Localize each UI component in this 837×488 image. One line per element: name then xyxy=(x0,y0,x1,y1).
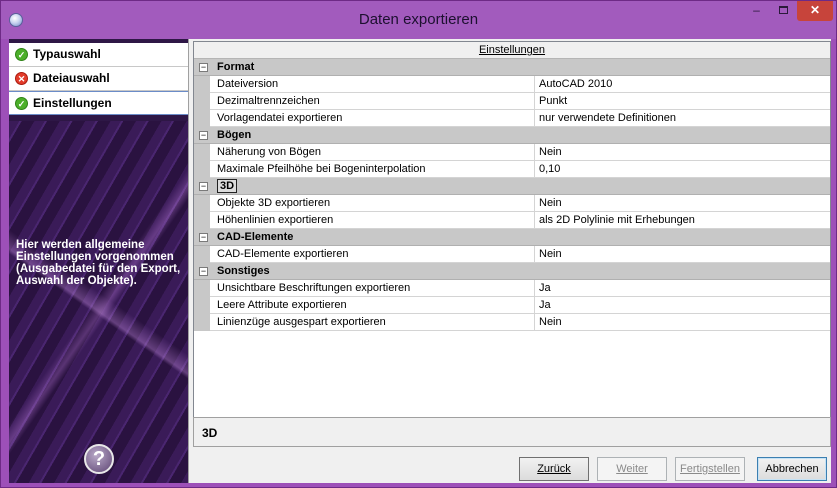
error-icon: ✕ xyxy=(15,72,28,85)
property-name: Näherung von Bögen xyxy=(217,146,321,158)
property-value[interactable]: als 2D Polylinie mit Erhebungen xyxy=(539,212,829,228)
property-value[interactable]: Nein xyxy=(539,246,829,262)
property-row[interactable]: Höhenlinien exportieren als 2D Polylinie … xyxy=(194,212,830,229)
category-label: Format xyxy=(217,61,255,73)
category-label: Bögen xyxy=(217,129,252,141)
minimize-button[interactable]: – xyxy=(743,1,770,21)
category-cad-elemente[interactable]: − CAD-Elemente xyxy=(194,229,830,246)
property-value[interactable]: Ja xyxy=(539,297,829,313)
category-label: 3D xyxy=(217,179,238,193)
check-icon: ✓ xyxy=(15,97,28,110)
step-label: Einstellungen xyxy=(33,96,112,110)
category-label: Sonstiges xyxy=(217,265,270,277)
export-dialog: Daten exportieren – ✕ ✓ Typauswahl ✕ Dat… xyxy=(0,0,837,488)
back-button[interactable]: Zurück xyxy=(519,457,589,481)
step-label: Typauswahl xyxy=(33,47,101,61)
property-name: Höhenlinien exportieren xyxy=(217,214,334,226)
title-bar[interactable]: Daten exportieren – ✕ xyxy=(1,1,836,39)
property-name: Maximale Pfeilhöhe bei Bogeninterpolatio… xyxy=(217,163,426,175)
property-name: Dezimaltrennzeichen xyxy=(217,95,320,107)
property-row[interactable]: Dezimaltrennzeichen Punkt xyxy=(194,93,830,110)
check-icon: ✓ xyxy=(15,48,28,61)
maximize-button[interactable] xyxy=(770,1,797,21)
collapse-icon[interactable]: − xyxy=(199,131,208,140)
next-button[interactable]: Weiter xyxy=(597,457,667,481)
property-name: Leere Attribute exportieren xyxy=(217,299,347,311)
property-value[interactable]: Ja xyxy=(539,280,829,296)
property-value[interactable]: Nein xyxy=(539,144,829,160)
property-name: Linienzüge ausgespart exportieren xyxy=(217,316,386,328)
property-description: 3D xyxy=(193,417,831,447)
cancel-button[interactable]: Abbrechen xyxy=(757,457,827,481)
property-value[interactable]: Punkt xyxy=(539,93,829,109)
property-row[interactable]: Objekte 3D exportieren Nein xyxy=(194,195,830,212)
property-row[interactable]: Dateiversion AutoCAD 2010 xyxy=(194,76,830,93)
property-row[interactable]: Näherung von Bögen Nein xyxy=(194,144,830,161)
button-bar: Zurück Weiter Fertigstellen Abbrechen xyxy=(193,449,831,483)
step-dateiauswahl[interactable]: ✕ Dateiauswahl xyxy=(9,67,188,91)
category-boegen[interactable]: − Bögen xyxy=(194,127,830,144)
collapse-icon[interactable]: − xyxy=(199,267,208,276)
category-sonstiges[interactable]: − Sonstiges xyxy=(194,263,830,280)
maximize-icon xyxy=(779,6,788,14)
property-value[interactable]: nur verwendete Definitionen xyxy=(539,110,829,126)
step-label: Dateiauswahl xyxy=(33,71,110,85)
wizard-steps: ✓ Typauswahl ✕ Dateiauswahl ✓ Einstellun… xyxy=(9,43,188,115)
property-grid: Einstellungen − Format Dateiversion AutoC… xyxy=(193,41,831,441)
dialog-client-area: ✓ Typauswahl ✕ Dateiauswahl ✓ Einstellun… xyxy=(9,39,831,483)
property-row[interactable]: Linienzüge ausgespart exportieren Nein xyxy=(194,314,830,331)
close-button[interactable]: ✕ xyxy=(797,1,833,21)
property-name: Unsichtbare Beschriftungen exportieren xyxy=(217,282,411,294)
wizard-sidebar: ✓ Typauswahl ✕ Dateiauswahl ✓ Einstellun… xyxy=(9,39,189,483)
property-row[interactable]: Maximale Pfeilhöhe bei Bogeninterpolatio… xyxy=(194,161,830,178)
finish-button[interactable]: Fertigstellen xyxy=(675,457,745,481)
category-3d[interactable]: − 3D xyxy=(194,178,830,195)
property-value[interactable]: 0,10 xyxy=(539,161,829,177)
property-name: Dateiversion xyxy=(217,78,279,90)
grid-header[interactable]: Einstellungen xyxy=(194,42,830,59)
collapse-icon[interactable]: − xyxy=(199,182,208,191)
window-title: Daten exportieren xyxy=(358,11,479,28)
property-name: Vorlagendatei exportieren xyxy=(217,112,343,124)
step-einstellungen[interactable]: ✓ Einstellungen xyxy=(9,91,188,115)
property-row[interactable]: Vorlagendatei exportieren nur verwendete … xyxy=(194,110,830,127)
property-row[interactable]: CAD-Elemente exportieren Nein xyxy=(194,246,830,263)
property-value[interactable]: AutoCAD 2010 xyxy=(539,76,829,92)
help-description: Hier werden allgemeine Einstellungen vor… xyxy=(16,239,181,287)
category-label: CAD-Elemente xyxy=(217,231,294,243)
property-row[interactable]: Unsichtbare Beschriftungen exportieren Ja xyxy=(194,280,830,297)
property-value[interactable]: Nein xyxy=(539,195,829,211)
property-value[interactable]: Nein xyxy=(539,314,829,330)
step-typauswahl[interactable]: ✓ Typauswahl xyxy=(9,43,188,67)
category-format[interactable]: − Format xyxy=(194,59,830,76)
property-name: Objekte 3D exportieren xyxy=(217,197,331,209)
city-map-background xyxy=(9,121,188,483)
collapse-icon[interactable]: − xyxy=(199,63,208,72)
property-row[interactable]: Leere Attribute exportieren Ja xyxy=(194,297,830,314)
help-button[interactable]: ? xyxy=(84,444,114,474)
collapse-icon[interactable]: − xyxy=(199,233,208,242)
property-name: CAD-Elemente exportieren xyxy=(217,248,349,260)
